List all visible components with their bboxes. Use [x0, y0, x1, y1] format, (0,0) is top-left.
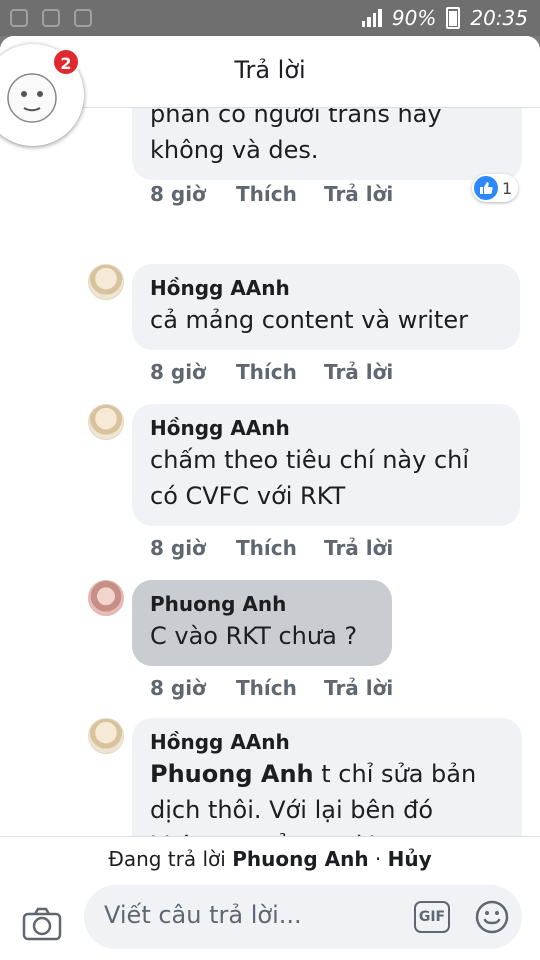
comment-actions: 8 giờ Thích Trả lời	[150, 536, 393, 560]
notification-icon	[74, 9, 92, 27]
comment-time: 8 giờ	[150, 676, 206, 700]
reply-button[interactable]: Trả lời	[324, 676, 393, 700]
notification-badge: 2	[52, 48, 80, 76]
comment-bubble[interactable]: Hồngg AAnh cả mảng content và writer	[132, 264, 520, 350]
comment-text-line: dịch thôi. Với lại bên đó	[150, 796, 433, 824]
comment-time: 8 giờ	[150, 360, 206, 384]
comment-actions: 8 giờ Thích Trả lời	[150, 182, 393, 206]
comment-actions: 8 giờ Thích Trả lời	[150, 360, 393, 384]
replying-to-line: Đang trả lời Phuong Anh · Hủy	[0, 847, 540, 871]
reply-sheet: Trả lời phần có người trans hay không và…	[0, 36, 540, 960]
comment-text-line: Phuong Anh t chỉ sửa bản	[150, 756, 504, 792]
reply-button[interactable]: Trả lời	[324, 536, 393, 560]
comment-bubble[interactable]: Hồngg AAnh Phuong Anh t chỉ sửa bản dịch…	[132, 718, 522, 836]
comment-text-line: cả mảng content và writer	[150, 306, 468, 334]
notification-icon	[42, 9, 60, 27]
comment-text-segment: t chỉ sửa bản	[313, 760, 477, 788]
comment-time: 8 giờ	[150, 182, 206, 206]
gif-button[interactable]: GIF	[414, 901, 450, 933]
cancel-reply-button[interactable]: Hủy	[388, 847, 432, 871]
like-button[interactable]: Thích	[236, 182, 324, 206]
separator: ·	[374, 847, 382, 871]
battery-percent: 90%	[391, 6, 437, 30]
comment-bubble[interactable]: phần có người trans hay không và des.	[132, 108, 522, 180]
comment-author[interactable]: Hồngg AAnh	[150, 728, 504, 756]
comment-author[interactable]: Phuong Anh	[150, 590, 374, 618]
reaction-number: 1	[502, 178, 513, 198]
comment-text-line: không và des.	[150, 136, 319, 164]
reply-input[interactable]: Viết câu trả lời... GIF	[84, 885, 522, 949]
comment-text-line: phần có người trans hay	[150, 108, 442, 128]
notification-icons	[10, 9, 92, 27]
signal-icon	[361, 9, 382, 27]
comment-text-line: không tuyển người.	[150, 828, 504, 836]
comment-author[interactable]: Hồngg AAnh	[150, 414, 502, 442]
comment-text-line: có CVFC với RKT	[150, 482, 346, 510]
reply-button[interactable]: Trả lời	[324, 360, 393, 384]
avatar[interactable]	[88, 580, 124, 616]
reply-placeholder: Viết câu trả lời...	[104, 901, 302, 929]
status-right: 90% 20:35	[361, 6, 528, 30]
avatar[interactable]	[88, 404, 124, 440]
replying-label: Đang trả lời	[108, 847, 226, 871]
replying-to-name[interactable]: Phuong Anh	[232, 847, 368, 871]
notification-icon	[10, 9, 28, 27]
comment-bubble[interactable]: Hồngg AAnh chấm theo tiêu chí này chỉ có…	[132, 404, 520, 526]
comment-bubble[interactable]: Phuong Anh C vào RKT chưa ?	[132, 580, 392, 666]
comment-time: 8 giờ	[150, 536, 206, 560]
like-icon	[474, 176, 498, 200]
like-button[interactable]: Thích	[236, 676, 324, 700]
comment-text-line: chấm theo tiêu chí này chỉ	[150, 446, 470, 474]
mention-link[interactable]: Phuong Anh	[150, 760, 314, 788]
emoji-icon[interactable]	[474, 899, 510, 939]
comment-actions: 8 giờ Thích Trả lời	[150, 676, 393, 700]
reply-composer: Đang trả lời Phuong Anh · Hủy Viết câu t…	[0, 836, 540, 960]
like-button[interactable]: Thích	[236, 360, 324, 384]
like-button[interactable]: Thích	[236, 536, 324, 560]
avatar[interactable]	[88, 718, 124, 754]
clock: 20:35	[470, 6, 528, 30]
status-bar: 90% 20:35	[0, 0, 540, 36]
reply-button[interactable]: Trả lời	[324, 182, 393, 206]
avatar[interactable]	[88, 264, 124, 300]
battery-icon	[446, 7, 461, 29]
camera-icon[interactable]	[22, 907, 62, 945]
comment-author[interactable]: Hồngg AAnh	[150, 274, 502, 302]
comment-list[interactable]: phần có người trans hay không và des. 1 …	[0, 108, 540, 836]
reaction-count[interactable]: 1	[472, 174, 519, 202]
chat-head-avatar	[2, 68, 62, 132]
comment-text-line: C vào RKT chưa ?	[150, 622, 358, 650]
